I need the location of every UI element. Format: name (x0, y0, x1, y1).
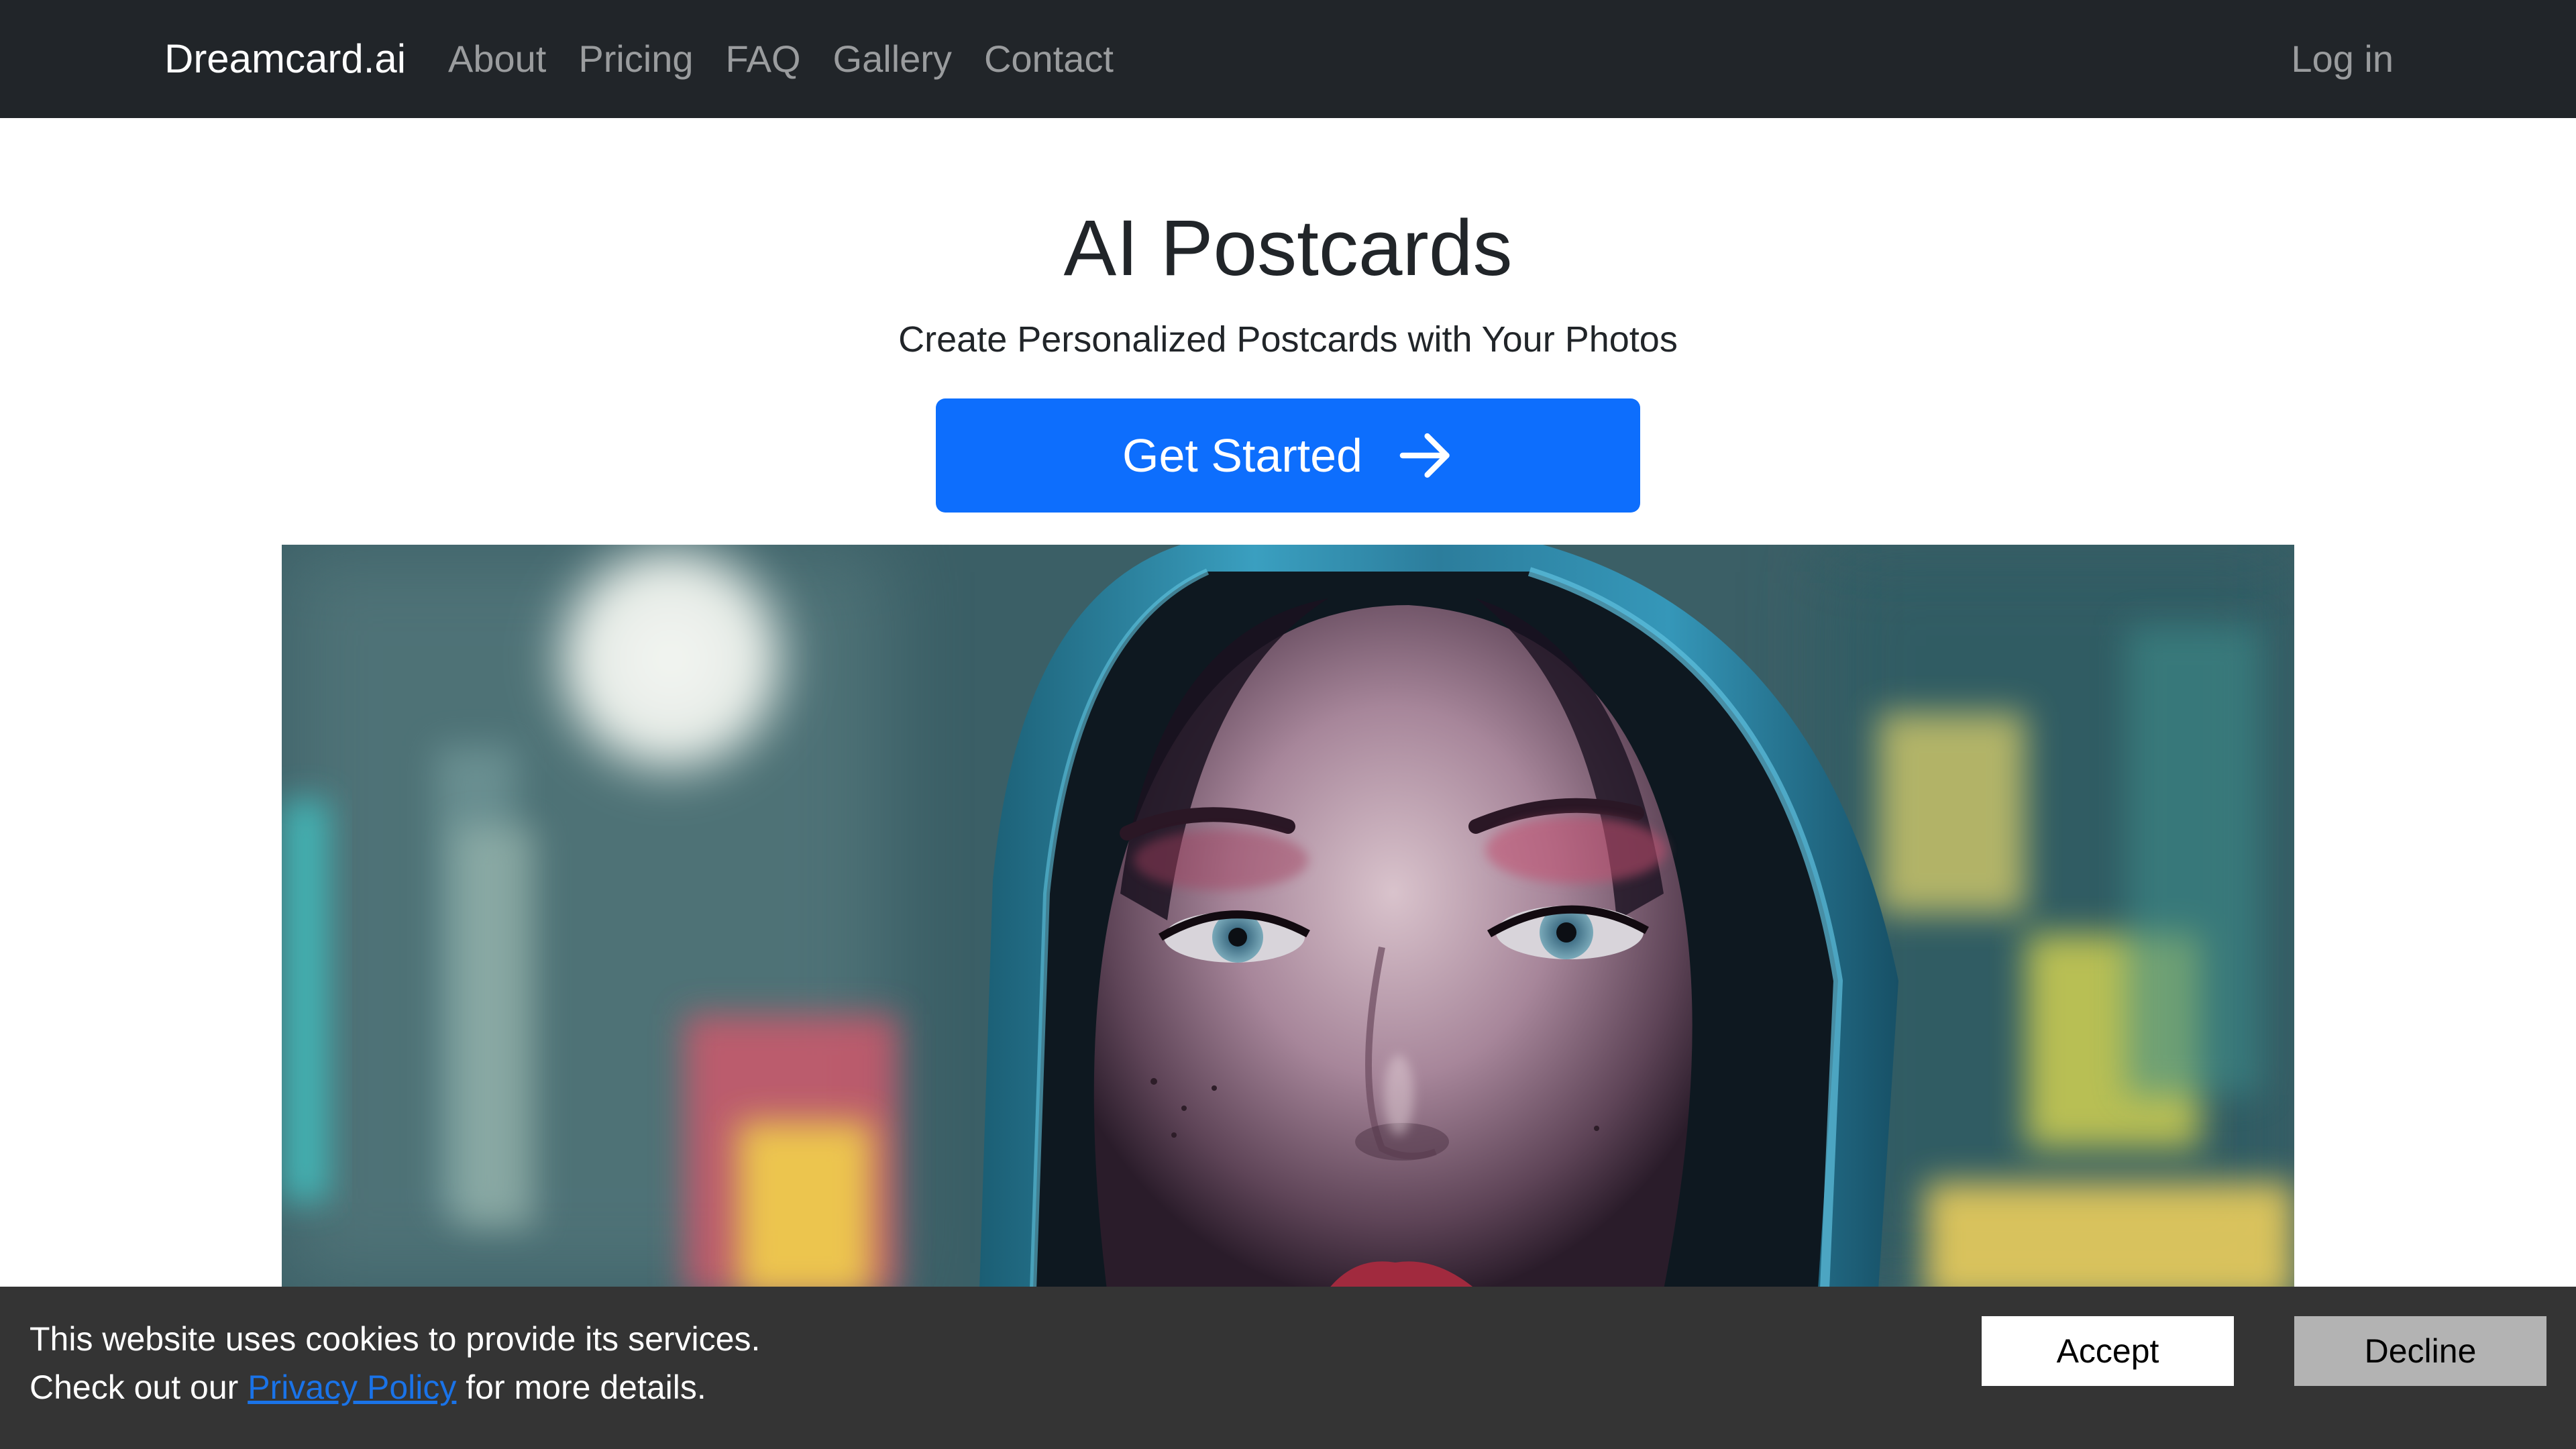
nav-link-gallery[interactable]: Gallery (833, 34, 952, 85)
get-started-label: Get Started (1122, 429, 1362, 482)
decline-cookies-button[interactable]: Decline (2294, 1316, 2546, 1386)
cookie-banner: This website uses cookies to provide its… (0, 1287, 2576, 1449)
nav-link-contact[interactable]: Contact (984, 34, 1114, 85)
cookie-line2-prefix: Check out our (30, 1368, 239, 1406)
cookie-line2-suffix: for more details. (466, 1368, 706, 1406)
login-link[interactable]: Log in (2291, 34, 2394, 85)
hero-image (282, 545, 2294, 1289)
page-subtitle: Create Personalized Postcards with Your … (898, 319, 1678, 360)
portrait-illustration (282, 545, 2294, 1289)
nav-link-faq[interactable]: FAQ (726, 34, 801, 85)
nav-links: About Pricing FAQ Gallery Contact (448, 34, 1146, 85)
top-navbar: Dreamcard.ai About Pricing FAQ Gallery C… (0, 0, 2576, 118)
cookie-message: This website uses cookies to provide its… (30, 1315, 760, 1411)
get-started-button[interactable]: Get Started (936, 398, 1640, 513)
cookie-message-line2: Check out our Privacy Policy for more de… (30, 1363, 760, 1411)
page-title: AI Postcards (1063, 204, 1513, 292)
nav-link-pricing[interactable]: Pricing (578, 34, 693, 85)
accept-cookies-button[interactable]: Accept (1982, 1316, 2234, 1386)
arrow-right-icon (1399, 433, 1450, 478)
privacy-policy-link[interactable]: Privacy Policy (248, 1368, 456, 1406)
cookie-message-line1: This website uses cookies to provide its… (30, 1320, 761, 1358)
nav-link-about[interactable]: About (448, 34, 546, 85)
brand-logo-link[interactable]: Dreamcard.ai (164, 34, 406, 85)
